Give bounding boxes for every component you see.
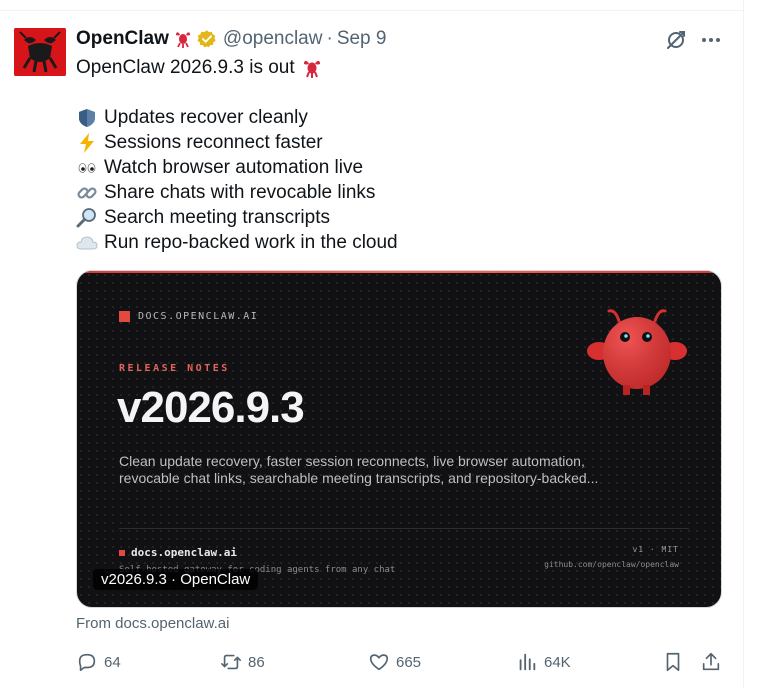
release-notes-eyebrow: RELEASE NOTES: [119, 363, 230, 374]
card-footer-site: docs.openclaw.ai: [119, 546, 237, 559]
reply-count: 64: [104, 653, 121, 671]
verified-badge-icon[interactable]: [197, 29, 217, 49]
reply-icon: [78, 653, 96, 672]
like-button[interactable]: 665: [368, 650, 421, 674]
action-bar: 64 86 665 64K: [76, 650, 726, 674]
eyes-emoji-icon: [78, 162, 96, 173]
analytics-icon: [519, 653, 536, 671]
repost-icon: [221, 654, 241, 670]
docs-badge-text: DOCS.OPENCLAW.AI: [138, 311, 259, 322]
card-footer-repo: github.com/openclaw/openclaw: [544, 560, 679, 569]
mascot-icon: [587, 309, 687, 395]
docs-badge-icon: [119, 311, 130, 322]
headline-text: OpenClaw 2026.9.3 is out: [76, 57, 295, 78]
handle[interactable]: @openclaw: [223, 28, 323, 50]
separator-dot: ·: [326, 28, 333, 49]
timestamp[interactable]: Sep 9: [337, 28, 387, 50]
views-button[interactable]: 64K: [516, 650, 571, 674]
like-count: 665: [396, 653, 422, 671]
release-description: Clean update recovery, faster session re…: [119, 453, 599, 486]
feature-line: Watch browser automation live: [76, 155, 716, 180]
bookmark-button[interactable]: [662, 650, 684, 674]
feature-text: Share chats with revocable links: [104, 182, 376, 203]
lobster-emoji-icon: [175, 32, 190, 48]
display-name[interactable]: OpenClaw: [76, 28, 169, 50]
link-emoji-icon: [77, 186, 97, 199]
headline-line: OpenClaw 2026.9.3 is out: [76, 55, 716, 80]
card-accent-bar: [77, 271, 721, 273]
share-button[interactable]: [700, 650, 722, 674]
card-caption[interactable]: v2026.9.3 · OpenClaw: [93, 569, 259, 590]
link-preview-card[interactable]: DOCS.OPENCLAW.AI RELEASE NOTES v2026.9.3…: [76, 270, 722, 608]
reply-button[interactable]: 64: [76, 650, 121, 674]
share-icon: [702, 652, 720, 671]
release-version: v2026.9.3: [117, 383, 305, 432]
feature-text: Updates recover cleanly: [104, 107, 308, 128]
avatar[interactable]: [14, 28, 66, 76]
tweet-text: OpenClaw 2026.9.3 is out Updates recover…: [76, 55, 716, 255]
views-count: 64K: [544, 653, 571, 671]
feature-text: Watch browser automation live: [104, 157, 364, 178]
footer-site-text: docs.openclaw.ai: [131, 546, 237, 559]
feature-line: Share chats with revocable links: [76, 180, 716, 205]
feature-text: Run repo-backed work in the cloud: [104, 232, 398, 253]
repost-button[interactable]: 86: [220, 650, 265, 674]
top-divider: [0, 10, 743, 11]
feature-line: Run repo-backed work in the cloud: [76, 230, 716, 255]
lobster-emoji-icon: [303, 60, 320, 78]
feature-text: Sessions reconnect faster: [104, 132, 323, 153]
card-divider: [119, 528, 689, 529]
lightning-emoji-icon: [80, 132, 94, 153]
timeline-border: [743, 0, 744, 688]
more-options-icon[interactable]: [699, 28, 723, 52]
tweet-header: OpenClaw @openclaw · Sep 9: [76, 27, 386, 51]
repost-count: 86: [248, 653, 265, 671]
feature-text: Search meeting transcripts: [104, 207, 330, 228]
feature-line: Search meeting transcripts: [76, 205, 716, 230]
lobster-logo-icon: [14, 28, 66, 76]
footer-bullet-icon: [119, 549, 125, 556]
magnifier-emoji-icon: [76, 207, 96, 227]
feature-line: Updates recover cleanly: [76, 105, 716, 130]
shield-emoji-icon: [79, 108, 95, 127]
card-footer-meta: v1 · MIT: [632, 545, 679, 554]
docs-badge: DOCS.OPENCLAW.AI: [119, 311, 258, 322]
grok-icon[interactable]: [664, 28, 688, 52]
feature-line: Sessions reconnect faster: [76, 130, 716, 155]
heart-icon: [369, 654, 389, 671]
card-source-link[interactable]: From docs.openclaw.ai: [76, 615, 229, 632]
bookmark-icon: [666, 652, 680, 672]
cloud-emoji-icon: [76, 235, 98, 249]
